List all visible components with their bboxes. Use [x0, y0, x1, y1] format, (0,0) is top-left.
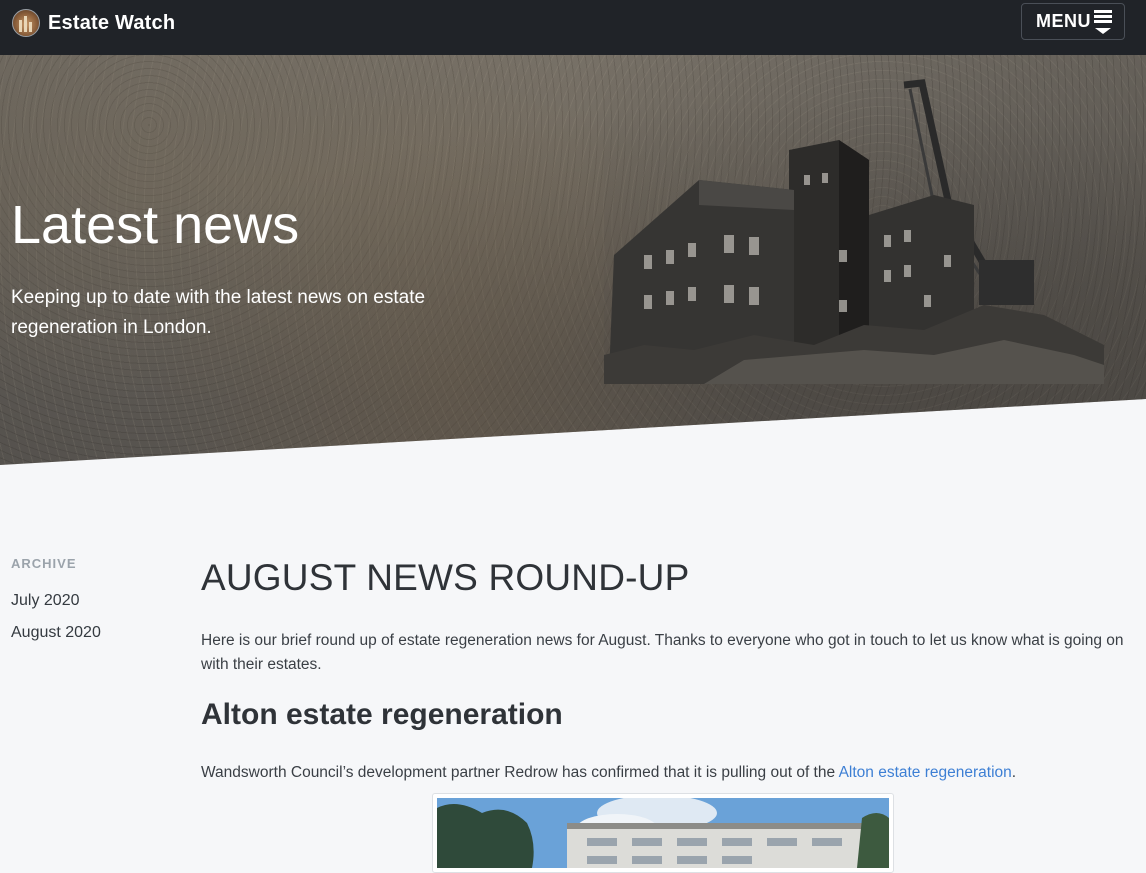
article-intro: Here is our brief round up of estate reg…: [201, 632, 1124, 673]
brand-name: Estate Watch: [48, 11, 176, 34]
alton-estate-link[interactable]: Alton estate regeneration: [839, 764, 1012, 781]
alton-estate-photo: [437, 795, 889, 868]
demolition-photo: [604, 55, 1104, 384]
archive-link-august-2020[interactable]: August 2020: [11, 623, 171, 643]
hamburger-menu-icon: [1094, 9, 1112, 34]
article-title: AUGUST NEWS ROUND-UP: [201, 557, 690, 598]
menu-button[interactable]: MENU: [1021, 3, 1125, 40]
brand-link[interactable]: Estate Watch: [12, 9, 175, 37]
top-navbar: Estate Watch MENU: [0, 0, 1146, 55]
hero-banner: Latest news Keeping up to date with the …: [0, 55, 1146, 465]
article-paragraph: Wandsworth Council’s development partner…: [201, 761, 1131, 785]
article-image: [432, 793, 894, 873]
archive-link-july-2020[interactable]: July 2020: [11, 591, 171, 611]
paragraph-text: Wandsworth Council’s development partner…: [201, 764, 839, 781]
menu-label: MENU: [1036, 11, 1091, 31]
paragraph-end: .: [1011, 764, 1017, 781]
archive-heading: ARCHIVE: [11, 556, 77, 571]
estate-watch-logo-icon: [12, 9, 40, 37]
section-title: Alton estate regeneration: [201, 698, 563, 731]
archive-sidebar: ARCHIVE July 2020 August 2020: [11, 556, 171, 655]
hero-title: Latest news: [11, 195, 300, 255]
hero-subtitle: Keeping up to date with the latest news …: [11, 287, 426, 338]
article: AUGUST NEWS ROUND-UP Here is our brief r…: [201, 556, 1131, 785]
